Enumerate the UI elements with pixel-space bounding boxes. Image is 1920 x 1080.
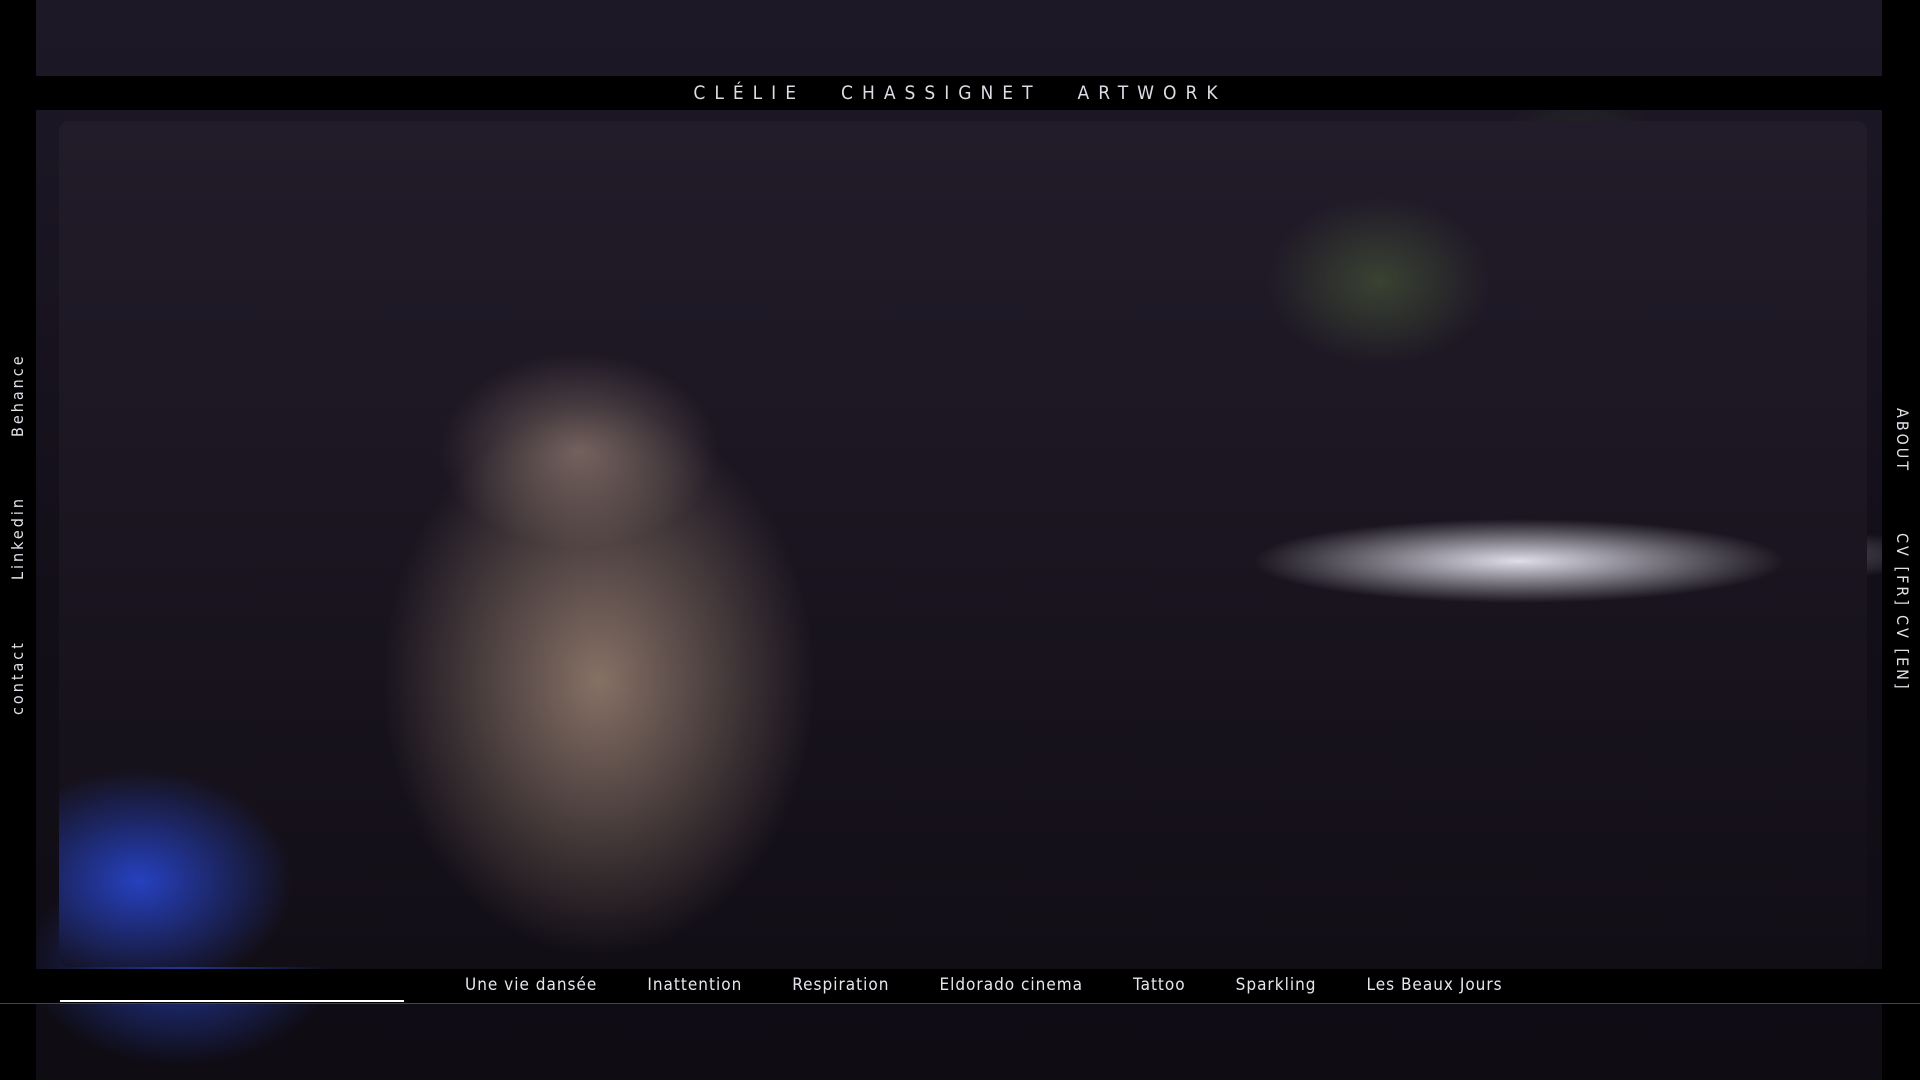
contact-link[interactable]: contact: [8, 640, 27, 715]
cv-en-link[interactable]: CV [EN]: [1893, 615, 1912, 692]
project-eldorado-cinema[interactable]: Eldorado cinema: [939, 975, 1083, 995]
title-word-1: CLÉLIE: [693, 82, 806, 104]
behance-link[interactable]: Behance: [8, 353, 27, 437]
linkedin-link[interactable]: Linkedin: [8, 496, 27, 580]
hero-image-frame: [59, 121, 1867, 967]
header-bar: CLÉLIE CHASSIGNET ARTWORK: [0, 76, 1920, 110]
site-title[interactable]: CLÉLIE CHASSIGNET ARTWORK: [693, 82, 1226, 104]
project-les-beaux-jours[interactable]: Les Beaux Jours: [1366, 975, 1502, 995]
project-sparkling[interactable]: Sparkling: [1236, 975, 1317, 995]
title-word-3: ARTWORK: [1077, 82, 1227, 104]
cv-fr-link[interactable]: CV [FR]: [1893, 533, 1912, 608]
title-word-2: CHASSIGNET: [841, 82, 1042, 104]
slideshow-progress: [60, 1000, 404, 1002]
about-link[interactable]: ABOUT: [1893, 408, 1912, 473]
project-inattention[interactable]: Inattention: [647, 975, 742, 995]
project-respiration[interactable]: Respiration: [792, 975, 889, 995]
project-tattoo[interactable]: Tattoo: [1133, 975, 1186, 995]
project-nav: Une vie dansée Inattention Respiration E…: [465, 975, 1503, 995]
project-une-vie-dansee[interactable]: Une vie dansée: [465, 975, 597, 995]
